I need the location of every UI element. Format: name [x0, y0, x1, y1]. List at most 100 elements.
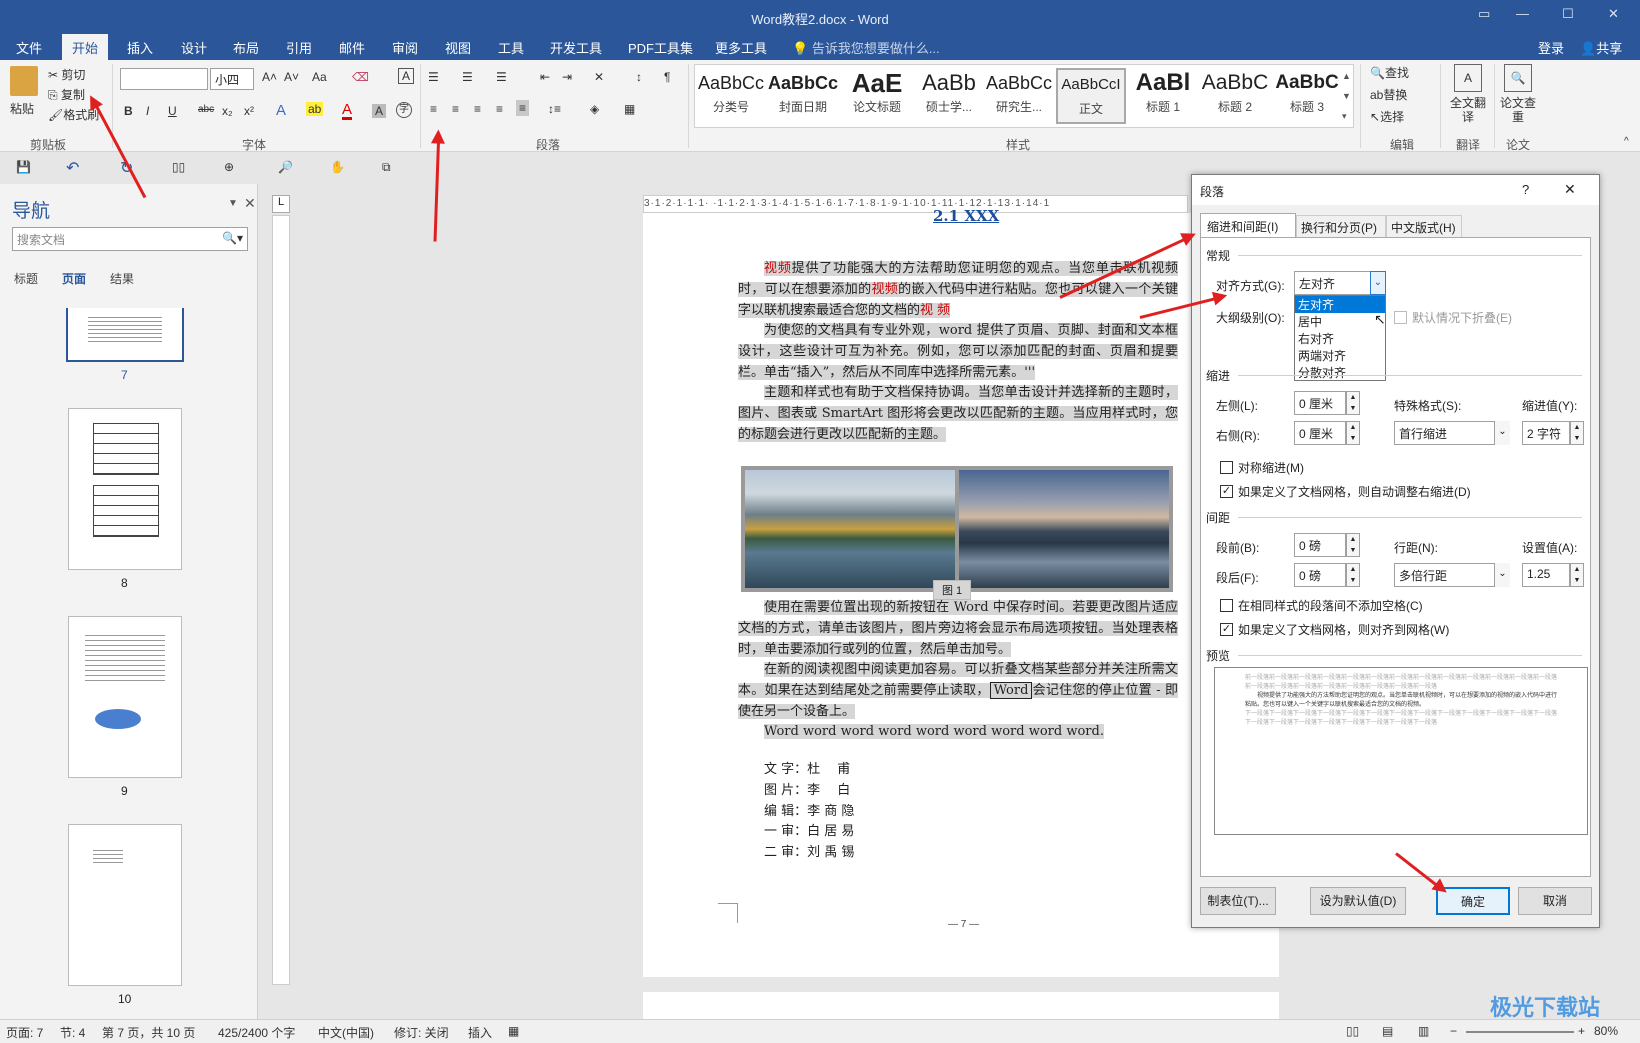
read-mode-icon[interactable]: ▯▯	[172, 160, 185, 174]
status-section[interactable]: 节: 4	[60, 1024, 85, 1041]
chevron-down-icon[interactable]: ⌄	[1370, 271, 1386, 295]
line-spacing-select[interactable]: 多倍行距	[1394, 563, 1510, 587]
multilevel-list-icon[interactable]: ☰	[496, 70, 507, 84]
cut-button[interactable]: ✂ 剪切	[48, 66, 85, 83]
paste-button[interactable]: 粘贴	[10, 100, 34, 117]
distributed-icon[interactable]: ≡	[516, 100, 530, 116]
tab-mailings[interactable]: 邮件	[339, 38, 365, 57]
save-icon[interactable]: 💾	[16, 160, 31, 174]
web-layout-icon[interactable]: ⊕	[224, 160, 234, 174]
style-item[interactable]: AaBbCc 封面日期	[768, 68, 838, 124]
bold-icon[interactable]: B	[124, 104, 133, 118]
text-effects-icon[interactable]: A	[276, 102, 286, 119]
shrink-font-icon[interactable]: A˅	[284, 70, 299, 84]
restore-ribbon-icon[interactable]: ▭	[1478, 6, 1490, 22]
sort-icon[interactable]: ↕	[636, 70, 642, 84]
style-item[interactable]: AaE 论文标题	[842, 68, 912, 124]
style-item[interactable]: AaBbCc 研究生...	[984, 68, 1054, 124]
login-link[interactable]: 登录	[1538, 38, 1564, 57]
tab-pdf-tools[interactable]: PDF工具集	[628, 38, 693, 57]
show-marks-icon[interactable]: ¶	[664, 70, 670, 84]
borders-icon[interactable]: ▦	[624, 102, 635, 116]
auto-adjust-right-checkbox[interactable]: ✓	[1220, 485, 1233, 498]
close-icon[interactable]: ✕	[244, 195, 256, 212]
minimize-button[interactable]: —	[1516, 6, 1529, 21]
numbering-icon[interactable]: ☰	[462, 70, 473, 84]
style-item[interactable]: AaBl 标题 1	[1128, 68, 1198, 124]
search-icon[interactable]: 🔍▾	[222, 231, 243, 245]
style-item[interactable]: AaBbC 标题 2	[1200, 68, 1270, 124]
image-frame[interactable]	[741, 466, 1173, 592]
zoom-out-icon[interactable]: −	[1450, 1024, 1457, 1038]
spinner-icon[interactable]: ▲ ▼	[1346, 533, 1360, 557]
customize-icon[interactable]: ⧉	[382, 160, 391, 175]
paste-icon[interactable]	[10, 66, 38, 96]
snap-grid-checkbox[interactable]: ✓	[1220, 623, 1233, 636]
increase-indent-icon[interactable]: ⇥	[562, 70, 572, 84]
spinner-icon[interactable]: ▲ ▼	[1570, 421, 1584, 445]
tab-design[interactable]: 设计	[181, 38, 207, 57]
spinner-icon[interactable]: ▲ ▼	[1346, 391, 1360, 415]
print-layout-icon[interactable]: ▤	[1382, 1024, 1393, 1038]
spacing-after-input[interactable]: 0 磅	[1294, 563, 1346, 587]
shading-icon[interactable]: ◈	[590, 102, 599, 116]
help-button[interactable]: ?	[1522, 182, 1529, 197]
page-thumbnail-9[interactable]	[68, 616, 182, 778]
mirror-indent-checkbox[interactable]	[1220, 461, 1233, 474]
status-word-count[interactable]: 425/2400 个字	[218, 1024, 295, 1041]
undo-icon[interactable]: ↶	[66, 158, 79, 178]
option-justify[interactable]: 两端对齐	[1295, 347, 1385, 364]
subscript-icon[interactable]: x₂	[222, 104, 233, 118]
bullets-icon[interactable]: ☰	[428, 70, 439, 84]
special-format-select[interactable]: 首行缩进	[1394, 421, 1510, 445]
status-track-changes[interactable]: 修订: 关闭	[394, 1024, 449, 1041]
chevron-down-icon[interactable]: ⌄	[1494, 563, 1510, 587]
indent-by-input[interactable]: 2 字符	[1522, 421, 1570, 445]
font-name-combo[interactable]	[120, 68, 208, 90]
grow-font-icon[interactable]: A˄	[262, 70, 277, 84]
spinner-icon[interactable]: ▲ ▼	[1346, 563, 1360, 587]
option-right[interactable]: 右对齐	[1295, 330, 1385, 347]
char-shading-icon[interactable]: A	[372, 104, 387, 118]
macro-icon[interactable]: ▦	[508, 1024, 519, 1038]
align-left-icon[interactable]: ≡	[430, 102, 437, 116]
status-page-of[interactable]: 第 7 页，共 10 页	[102, 1024, 195, 1041]
find-button[interactable]: 🔍查找	[1370, 64, 1409, 81]
page-thumbnail-8[interactable]	[68, 408, 182, 570]
tell-me-search[interactable]: 💡 告诉我您想要做什么...	[792, 38, 940, 57]
style-item[interactable]: AaBb 硕士学...	[914, 68, 984, 124]
align-center-icon[interactable]: ≡	[452, 102, 459, 116]
indent-left-input[interactable]: 0 厘米	[1294, 391, 1346, 415]
no-space-checkbox[interactable]	[1220, 599, 1233, 612]
decrease-indent-icon[interactable]: ⇤	[540, 70, 550, 84]
collapse-checkbox[interactable]	[1394, 311, 1407, 324]
close-button[interactable]: ✕	[1608, 6, 1619, 22]
justify-icon[interactable]: ≡	[496, 102, 503, 116]
tab-results[interactable]: 结果	[110, 270, 134, 287]
full-translate-button[interactable]: 全文翻译	[1450, 96, 1486, 124]
gallery-scroll-icon[interactable]: ▲ ▼ ▾	[1342, 66, 1351, 126]
option-left[interactable]: 左对齐	[1295, 296, 1385, 313]
select-button[interactable]: ↖选择	[1370, 108, 1404, 125]
strikethrough-icon[interactable]: abc	[198, 104, 214, 115]
style-item[interactable]: AaBbC 标题 3	[1272, 68, 1342, 124]
spinner-icon[interactable]: ▲ ▼	[1346, 421, 1360, 445]
tab-view[interactable]: 视图	[445, 38, 471, 57]
status-language[interactable]: 中文(中国)	[318, 1024, 374, 1041]
change-case-button[interactable]: Aa	[312, 70, 327, 84]
char-border-icon[interactable]: A	[398, 68, 414, 84]
spacing-at-input[interactable]: 1.25	[1522, 563, 1570, 587]
maximize-button[interactable]: ☐	[1562, 6, 1574, 22]
underline-icon[interactable]: U	[168, 104, 177, 118]
style-item[interactable]: AaBbCc 分类号	[696, 68, 766, 124]
page-thumbnail-7[interactable]	[66, 308, 184, 362]
clear-format-icon[interactable]: ⌫	[352, 70, 369, 84]
page-thumbnail-10[interactable]	[68, 824, 182, 986]
zoom-level[interactable]: 80%	[1594, 1024, 1618, 1038]
translate-icon[interactable]: A	[1454, 64, 1482, 92]
tab-selector[interactable]: L	[272, 195, 290, 213]
font-color-icon[interactable]: A	[342, 102, 353, 120]
copy-button[interactable]: ⎘ 复制	[48, 86, 85, 103]
italic-icon[interactable]: I	[146, 104, 149, 118]
tab-pages[interactable]: 页面	[62, 270, 86, 287]
